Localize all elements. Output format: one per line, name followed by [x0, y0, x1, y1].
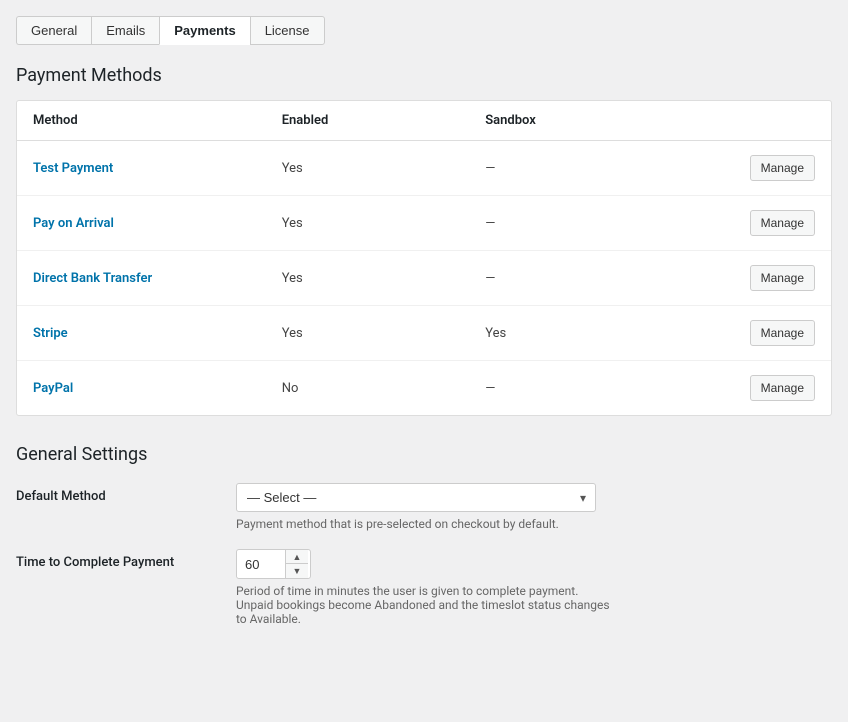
spinner-buttons: ▲ ▼ [285, 550, 308, 578]
table-header-row: Method Enabled Sandbox [17, 101, 831, 141]
manage-button-paypal[interactable]: Manage [750, 375, 815, 401]
method-link-direct-bank-transfer[interactable]: Direct Bank Transfer [33, 271, 152, 286]
sandbox-cell-test-payment: — [469, 141, 695, 196]
default-method-control: — Select —Test PaymentPay on ArrivalDire… [236, 483, 832, 531]
sandbox-cell-paypal: — [469, 361, 695, 416]
spinner-up-button[interactable]: ▲ [286, 550, 308, 564]
table-row: Test Payment Yes — Manage [17, 141, 831, 196]
time-to-complete-label: Time to Complete Payment [16, 549, 216, 570]
time-to-complete-row: Time to Complete Payment ▲ ▼ Period of t… [16, 549, 832, 626]
default-method-select-wrapper: — Select —Test PaymentPay on ArrivalDire… [236, 483, 596, 512]
col-header-sandbox: Sandbox [469, 101, 695, 141]
method-link-stripe[interactable]: Stripe [33, 326, 68, 341]
sandbox-cell-direct-bank-transfer: — [469, 251, 695, 306]
table-row: Direct Bank Transfer Yes — Manage [17, 251, 831, 306]
payment-methods-title: Payment Methods [16, 65, 832, 86]
method-link-test-payment[interactable]: Test Payment [33, 161, 113, 176]
manage-button-pay-on-arrival[interactable]: Manage [750, 210, 815, 236]
default-method-row: Default Method — Select —Test PaymentPay… [16, 483, 832, 531]
enabled-cell-direct-bank-transfer: Yes [266, 251, 470, 306]
enabled-cell-test-payment: Yes [266, 141, 470, 196]
default-method-label: Default Method [16, 483, 216, 504]
time-to-complete-input[interactable] [237, 552, 285, 577]
enabled-cell-paypal: No [266, 361, 470, 416]
default-method-help: Payment method that is pre-selected on c… [236, 517, 616, 531]
time-to-complete-control: ▲ ▼ Period of time in minutes the user i… [236, 549, 832, 626]
enabled-cell-pay-on-arrival: Yes [266, 196, 470, 251]
enabled-cell-stripe: Yes [266, 306, 470, 361]
sandbox-cell-stripe: Yes [469, 306, 695, 361]
col-header-method: Method [17, 101, 266, 141]
time-to-complete-input-row: ▲ ▼ [236, 549, 311, 579]
default-method-select[interactable]: — Select —Test PaymentPay on ArrivalDire… [236, 483, 596, 512]
tab-general[interactable]: General [16, 16, 91, 45]
tab-emails[interactable]: Emails [91, 16, 159, 45]
tabs-bar: General Emails Payments License [16, 16, 832, 45]
table-row: Stripe Yes Yes Manage [17, 306, 831, 361]
general-settings-title: General Settings [16, 444, 832, 465]
sandbox-cell-pay-on-arrival: — [469, 196, 695, 251]
tab-payments[interactable]: Payments [159, 16, 249, 45]
col-header-manage [695, 101, 831, 141]
method-link-pay-on-arrival[interactable]: Pay on Arrival [33, 216, 114, 231]
payment-methods-table: Method Enabled Sandbox Test Payment Yes … [17, 101, 831, 415]
tab-license[interactable]: License [250, 16, 325, 45]
table-row: Pay on Arrival Yes — Manage [17, 196, 831, 251]
spinner-down-button[interactable]: ▼ [286, 564, 308, 578]
col-header-enabled: Enabled [266, 101, 470, 141]
manage-button-stripe[interactable]: Manage [750, 320, 815, 346]
payment-methods-table-wrap: Method Enabled Sandbox Test Payment Yes … [16, 100, 832, 416]
table-row: PayPal No — Manage [17, 361, 831, 416]
method-link-paypal[interactable]: PayPal [33, 381, 73, 396]
manage-button-test-payment[interactable]: Manage [750, 155, 815, 181]
time-to-complete-help: Period of time in minutes the user is gi… [236, 584, 616, 626]
page-wrapper: General Emails Payments License Payment … [0, 0, 848, 722]
manage-button-direct-bank-transfer[interactable]: Manage [750, 265, 815, 291]
